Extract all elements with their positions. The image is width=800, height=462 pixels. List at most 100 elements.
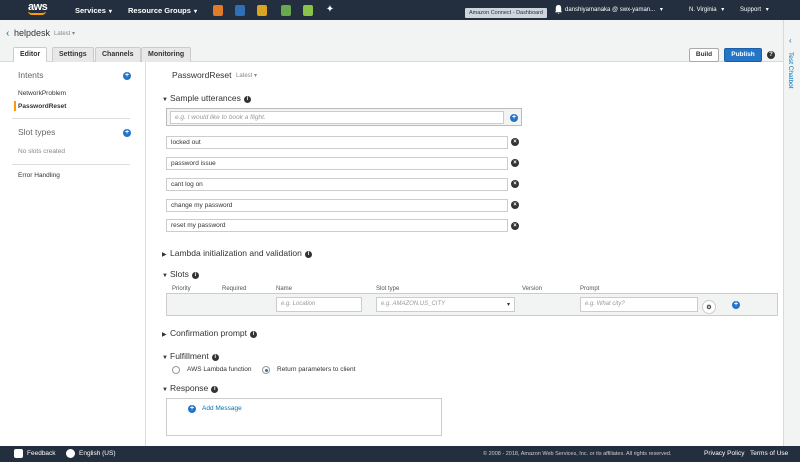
slot-prompt-input[interactable]: e.g. What city?	[580, 297, 698, 312]
chevron-left-icon[interactable]: ‹	[789, 36, 792, 45]
remove-utterance-icon[interactable]: ×	[511, 201, 519, 209]
tab-editor[interactable]: Editor	[13, 47, 48, 62]
bot-header: ‹ helpdesk Latest ▾ Editor Settings Chan…	[0, 20, 783, 62]
intents-heading: Intents	[18, 70, 44, 80]
add-slot-plus-icon[interactable]: +	[732, 301, 740, 309]
slots-section[interactable]: ▼ Slots i	[162, 269, 199, 279]
back-chevron-icon[interactable]: ‹	[6, 28, 9, 39]
slot-column-version: Version	[522, 286, 543, 292]
s3-icon[interactable]	[303, 5, 313, 16]
remove-utterance-icon[interactable]: ×	[511, 138, 519, 146]
privacy-policy-link[interactable]: Privacy Policy	[704, 450, 744, 457]
sample-utterances-section[interactable]: ▼ Sample utterances i	[162, 93, 251, 103]
bot-version-dropdown[interactable]: Latest ▾	[54, 30, 75, 37]
caret-down-icon: ▼	[162, 387, 168, 393]
bot-name: helpdesk	[14, 28, 51, 38]
prompt-settings-gear-icon[interactable]: ⚙	[702, 300, 716, 314]
bell-icon[interactable]	[554, 4, 563, 15]
terms-of-use-link[interactable]: Terms of Use	[750, 450, 788, 457]
intent-version-dropdown[interactable]: Latest ▾	[236, 72, 257, 79]
return-params-radio-label[interactable]: Return parameters to client	[277, 366, 355, 373]
intent-title: PasswordReset	[172, 70, 232, 80]
lambda-radio-label[interactable]: AWS Lambda function	[187, 366, 251, 373]
slot-column-prompt: Prompt	[580, 286, 600, 292]
publish-button[interactable]: Publish	[724, 48, 762, 62]
dynamodb-icon[interactable]	[235, 5, 245, 16]
support-menu[interactable]: Support ▾	[740, 6, 769, 13]
info-icon[interactable]: i	[250, 331, 258, 338]
tab-settings[interactable]: Settings	[52, 47, 94, 62]
test-chatbot-label[interactable]: Test Chatbot	[787, 52, 794, 89]
add-slot-type-plus-icon[interactable]: +	[123, 129, 131, 137]
sidebar-item-error-handling[interactable]: Error Handling	[18, 172, 60, 179]
slot-name-input[interactable]: e.g. Location	[276, 297, 362, 312]
help-icon[interactable]: ?	[767, 51, 775, 59]
sidebar	[0, 62, 146, 446]
globe-icon[interactable]	[66, 449, 75, 458]
dashboard-badge[interactable]: Amazon Connect - Dashboard	[465, 8, 547, 18]
tab-monitoring[interactable]: Monitoring	[141, 47, 192, 62]
divider	[12, 164, 130, 165]
tab-channels[interactable]: Channels	[95, 47, 141, 62]
language-selector[interactable]: English (US)	[79, 450, 115, 457]
new-utterance-row: e.g. I would like to book a flight. +	[166, 108, 522, 126]
response-section[interactable]: ▼ Response i	[162, 383, 219, 393]
remove-utterance-icon[interactable]: ×	[511, 159, 519, 167]
sidebar-item-networkproblem[interactable]: NetworkProblem	[18, 90, 66, 97]
copyright-text: © 2008 - 2018, Amazon Web Services, Inc.…	[483, 451, 672, 457]
test-chatbot-rail[interactable]: ‹ Test Chatbot	[783, 20, 800, 446]
add-message-link[interactable]: Add Message	[202, 405, 242, 412]
slot-column-name: Name	[276, 286, 293, 292]
add-message-plus-icon[interactable]: +	[188, 405, 196, 413]
footer: Feedback English (US) © 2008 - 2018, Ama…	[0, 446, 800, 462]
pin-icon[interactable]: ✦	[325, 5, 335, 16]
lambda-icon[interactable]	[257, 5, 267, 16]
add-utterance-plus-icon[interactable]: +	[510, 114, 518, 122]
no-slots-text: No slots created	[18, 148, 65, 155]
resource-groups-menu[interactable]: Resource Groups ▾	[128, 6, 197, 15]
utterance-row[interactable]: change my password	[166, 199, 508, 212]
caret-down-icon: ▼	[162, 97, 168, 103]
utterance-row[interactable]: password issue	[166, 157, 508, 170]
slot-column-slot-type: Slot type	[376, 286, 400, 292]
selected-indicator	[14, 101, 16, 111]
aws-logo[interactable]: aws	[28, 2, 54, 18]
slot-column-required: Required	[222, 286, 247, 292]
slot-types-heading: Slot types	[18, 127, 56, 137]
remove-utterance-icon[interactable]: ×	[511, 180, 519, 188]
response-box	[166, 398, 442, 436]
caret-right-icon: ▶	[162, 332, 167, 338]
caret-down-icon: ▼	[162, 273, 168, 279]
utterance-row[interactable]: reset my password	[166, 219, 508, 232]
info-icon[interactable]: i	[191, 272, 199, 279]
user-menu[interactable]: danshiyamanaka @ swx-yaman... ▾	[565, 6, 663, 13]
utterance-input[interactable]: e.g. I would like to book a flight.	[170, 111, 504, 124]
confirmation-section[interactable]: ▶ Confirmation prompt i	[162, 328, 258, 338]
utterance-row[interactable]: cant log on	[166, 178, 508, 191]
info-icon[interactable]: i	[243, 96, 251, 103]
feedback-link[interactable]: Feedback	[27, 450, 56, 457]
slot-type-select[interactable]: e.g. AMAZON.US_CITY	[376, 297, 515, 312]
feedback-icon[interactable]	[14, 449, 23, 458]
caret-right-icon: ▶	[162, 252, 167, 258]
return-params-radio[interactable]	[262, 366, 270, 374]
chevron-down-icon[interactable]: ▾	[507, 301, 510, 308]
sidebar-item-passwordreset[interactable]: PasswordReset	[18, 103, 66, 110]
divider	[12, 118, 130, 119]
region-menu[interactable]: N. Virginia ▾	[689, 6, 724, 13]
info-icon[interactable]: i	[211, 386, 219, 393]
build-button[interactable]: Build	[689, 48, 719, 62]
services-menu[interactable]: Services ▾	[75, 6, 112, 15]
ec2-icon[interactable]	[213, 5, 223, 16]
utterance-row[interactable]: locked out	[166, 136, 508, 149]
remove-utterance-icon[interactable]: ×	[511, 222, 519, 230]
add-intent-plus-icon[interactable]: +	[123, 72, 131, 80]
info-icon[interactable]: i	[211, 354, 219, 361]
caret-down-icon: ▼	[162, 355, 168, 361]
lambda-radio[interactable]	[172, 366, 180, 374]
connect-icon[interactable]	[281, 5, 291, 16]
info-icon[interactable]: i	[304, 251, 312, 258]
lambda-section[interactable]: ▶ Lambda initialization and validation i	[162, 248, 312, 258]
top-nav: aws Services ▾ Resource Groups ▾ ✦ Amazon …	[0, 0, 800, 20]
fulfillment-section[interactable]: ▼ Fulfillment i	[162, 351, 219, 361]
